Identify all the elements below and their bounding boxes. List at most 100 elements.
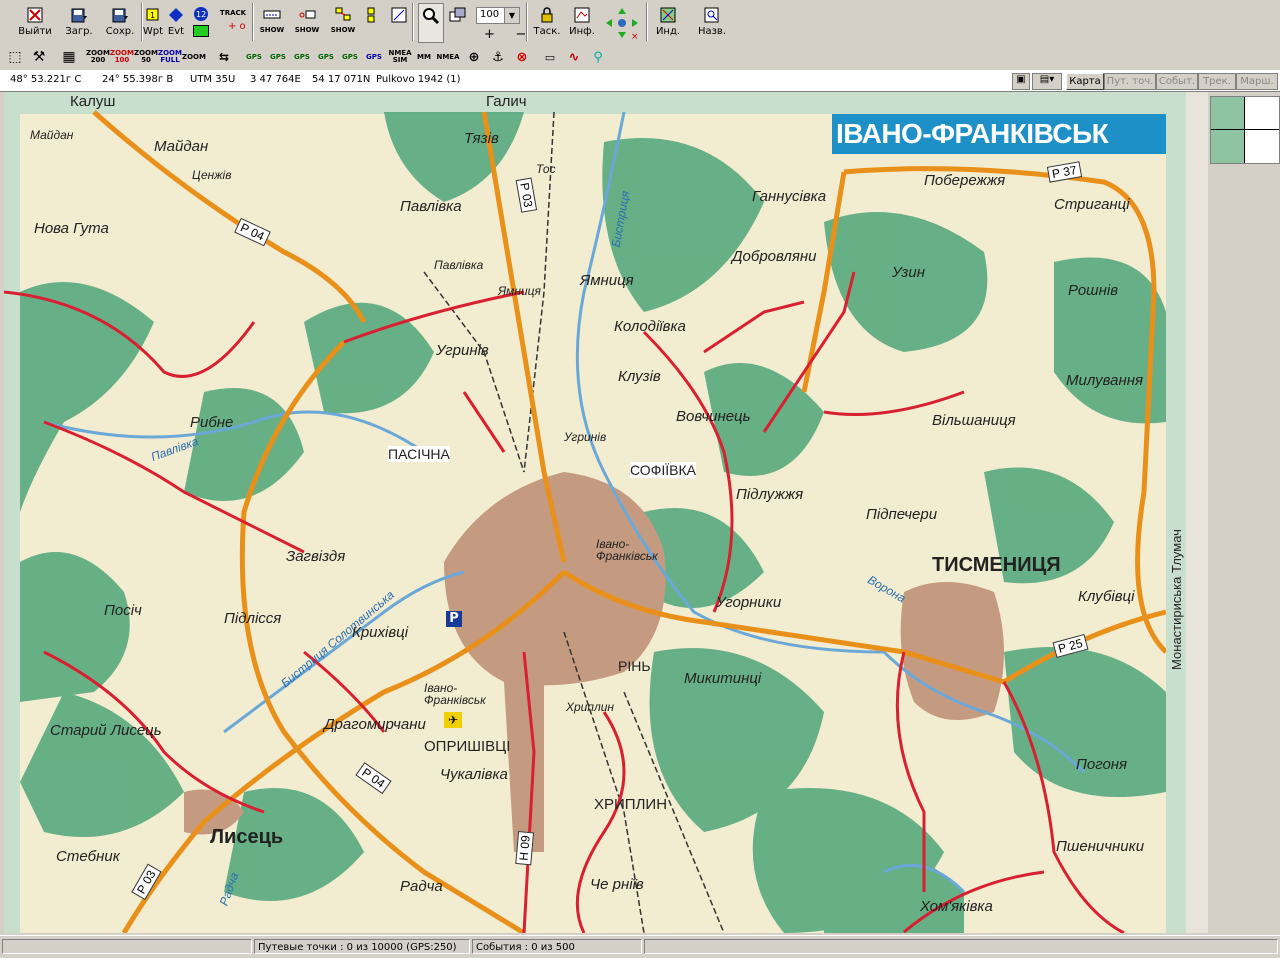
profile-button[interactable]: ∿: [563, 47, 585, 67]
settings-button[interactable]: ⚒: [28, 47, 50, 67]
overview-divider: [1211, 129, 1279, 130]
label-if-airport: Івано-Франківськ: [424, 681, 486, 707]
map-title: ІВАНО-ФРАНКІВСЬК: [836, 118, 1109, 149]
map-view-button[interactable]: ▦: [58, 47, 80, 67]
save-button[interactable]: Сохр.: [100, 3, 140, 41]
index-label: Инд.: [655, 26, 681, 37]
crosshair-button[interactable]: ⊕: [463, 47, 485, 67]
gps-button-4[interactable]: GPS: [315, 47, 337, 67]
nmea-button[interactable]: NMEA: [436, 47, 459, 67]
zoom-button[interactable]: ZOOM: [182, 47, 206, 67]
gps-button-6[interactable]: GPS: [363, 47, 385, 67]
pan-button[interactable]: ×: [602, 3, 642, 42]
zoom-200-button[interactable]: ZOOM 200: [86, 47, 110, 67]
gps-label-5: GPS: [342, 52, 358, 61]
evt-button[interactable]: Evt: [166, 3, 186, 41]
sync-button[interactable]: ⇆: [213, 47, 235, 67]
gps-label-4: GPS: [318, 52, 334, 61]
label-zahvizdia: Загвіздя: [286, 548, 346, 565]
map-canvas[interactable]: ІВАНО-ФРАНКІВСЬК Р 04 Р 04 Р 03 Р 03 Р 3…: [4, 92, 1186, 933]
label-tiaziv: Тязів: [464, 130, 499, 147]
overview-map[interactable]: [1210, 96, 1280, 164]
zoom-tool-button[interactable]: [418, 3, 444, 43]
parking-icon: P: [446, 611, 462, 627]
signal-button[interactable]: ⚲: [587, 47, 609, 67]
tab-events[interactable]: Событ.: [1156, 73, 1198, 90]
route-icon: [334, 6, 352, 24]
show-track-button[interactable]: SHOW: [256, 3, 288, 41]
info-button[interactable]: Инф.: [566, 3, 598, 41]
index-button[interactable]: Инд.: [650, 3, 686, 41]
nmea-sim-label: NMEA SIM: [388, 49, 412, 64]
target-button[interactable]: ⊗: [511, 47, 533, 67]
info-icon: [573, 6, 591, 24]
road-shield-h09: Н 09: [515, 830, 535, 866]
tab-routes[interactable]: Марш.: [1236, 73, 1278, 90]
show-points-button[interactable]: SHOW: [290, 3, 324, 41]
map-side-strip: [1186, 92, 1208, 933]
label-milovannia: Милування: [1066, 372, 1143, 389]
exit-icon: [26, 6, 44, 24]
target-icon: ⊗: [516, 49, 528, 65]
gps-button-3[interactable]: GPS: [291, 47, 313, 67]
label-vovchynets: Вовчинець: [676, 408, 751, 425]
track-button[interactable]: TRACK + o: [216, 3, 250, 41]
label-tos: Тос: [536, 162, 556, 176]
wpt-button[interactable]: 1 Wpt: [143, 3, 163, 41]
tab-map[interactable]: Карта: [1066, 73, 1104, 90]
chevron-down-icon[interactable]: ▼: [504, 8, 519, 23]
anchor-button[interactable]: ⚓: [487, 47, 509, 67]
zoom-full-button[interactable]: ZOOM FULL: [158, 47, 182, 67]
show-route-button[interactable]: SHOW: [326, 3, 360, 41]
altitude-button[interactable]: ▭: [539, 47, 561, 67]
zoom-50-button[interactable]: ZOOM 50: [134, 47, 158, 67]
label-klubivtsi: Клубівці: [1078, 588, 1135, 605]
zoom-value: 100: [480, 9, 500, 20]
zoom-200-label: ZOOM 200: [86, 49, 110, 64]
gps-label-1: GPS: [246, 52, 262, 61]
grid-button[interactable]: [364, 3, 386, 41]
task-button[interactable]: Таск.: [530, 3, 564, 41]
nmea-sim-button[interactable]: NMEA SIM: [388, 47, 412, 67]
show-label: SHOW: [259, 26, 285, 34]
gps-button-2[interactable]: GPS: [267, 47, 289, 67]
zoom-100-button[interactable]: ZOOM 100: [110, 47, 134, 67]
pan-arrows-icon: ×: [604, 6, 640, 42]
label-rin: РІНЬ: [618, 658, 651, 674]
show-label-3: SHOW: [330, 26, 356, 34]
zoom-select[interactable]: 100 ▼: [476, 7, 520, 24]
status-panel-right: [644, 939, 1278, 954]
show-label-2: SHOW: [294, 26, 320, 34]
windows-icon: [449, 6, 467, 24]
label-stryhantsi: Стриганці: [1054, 196, 1130, 213]
tab-tracks[interactable]: Трек.: [1198, 73, 1236, 90]
label-khryplyn: Хриплин: [566, 700, 614, 714]
save-map-button[interactable]: ▤▾: [1032, 73, 1062, 90]
tools-icon: ⚒: [32, 48, 46, 65]
layers-button[interactable]: ⬚: [4, 47, 26, 67]
label-posich: Посіч: [104, 602, 142, 619]
names-button[interactable]: Назв.: [692, 3, 732, 41]
task-label: Таск.: [533, 26, 561, 37]
label-roshniv: Рошнів: [1068, 282, 1119, 299]
label-if-city: Івано-Франківськ: [596, 537, 658, 563]
profile-chart-icon: ∿: [568, 49, 580, 65]
map-image-button[interactable]: ▣: [1012, 73, 1030, 90]
mm-button[interactable]: MM: [413, 47, 435, 67]
tab-waypoints[interactable]: Пут. точ.: [1104, 73, 1156, 90]
lock-icon: [538, 6, 556, 24]
utm-easting: 3 47 764E: [250, 74, 301, 85]
zoom-plus-minus[interactable]: + −: [484, 27, 526, 42]
gps-button-1[interactable]: GPS: [243, 47, 265, 67]
exit-button[interactable]: Выйти: [14, 3, 56, 41]
overview-tile: [1211, 130, 1244, 163]
svg-text:12: 12: [196, 10, 206, 19]
load-button[interactable]: Загр.: [60, 3, 98, 41]
label-rybne: Рибне: [190, 414, 234, 431]
line-button[interactable]: [388, 3, 410, 41]
windows-button[interactable]: [446, 3, 470, 41]
gps-button-5[interactable]: GPS: [339, 47, 361, 67]
label-tsenzhiv: Ценжів: [192, 168, 232, 182]
numbered-point-button[interactable]: 12: [190, 3, 212, 41]
status-waypoints: Путевые точки : 0 из 10000 (GPS:250): [254, 939, 470, 954]
